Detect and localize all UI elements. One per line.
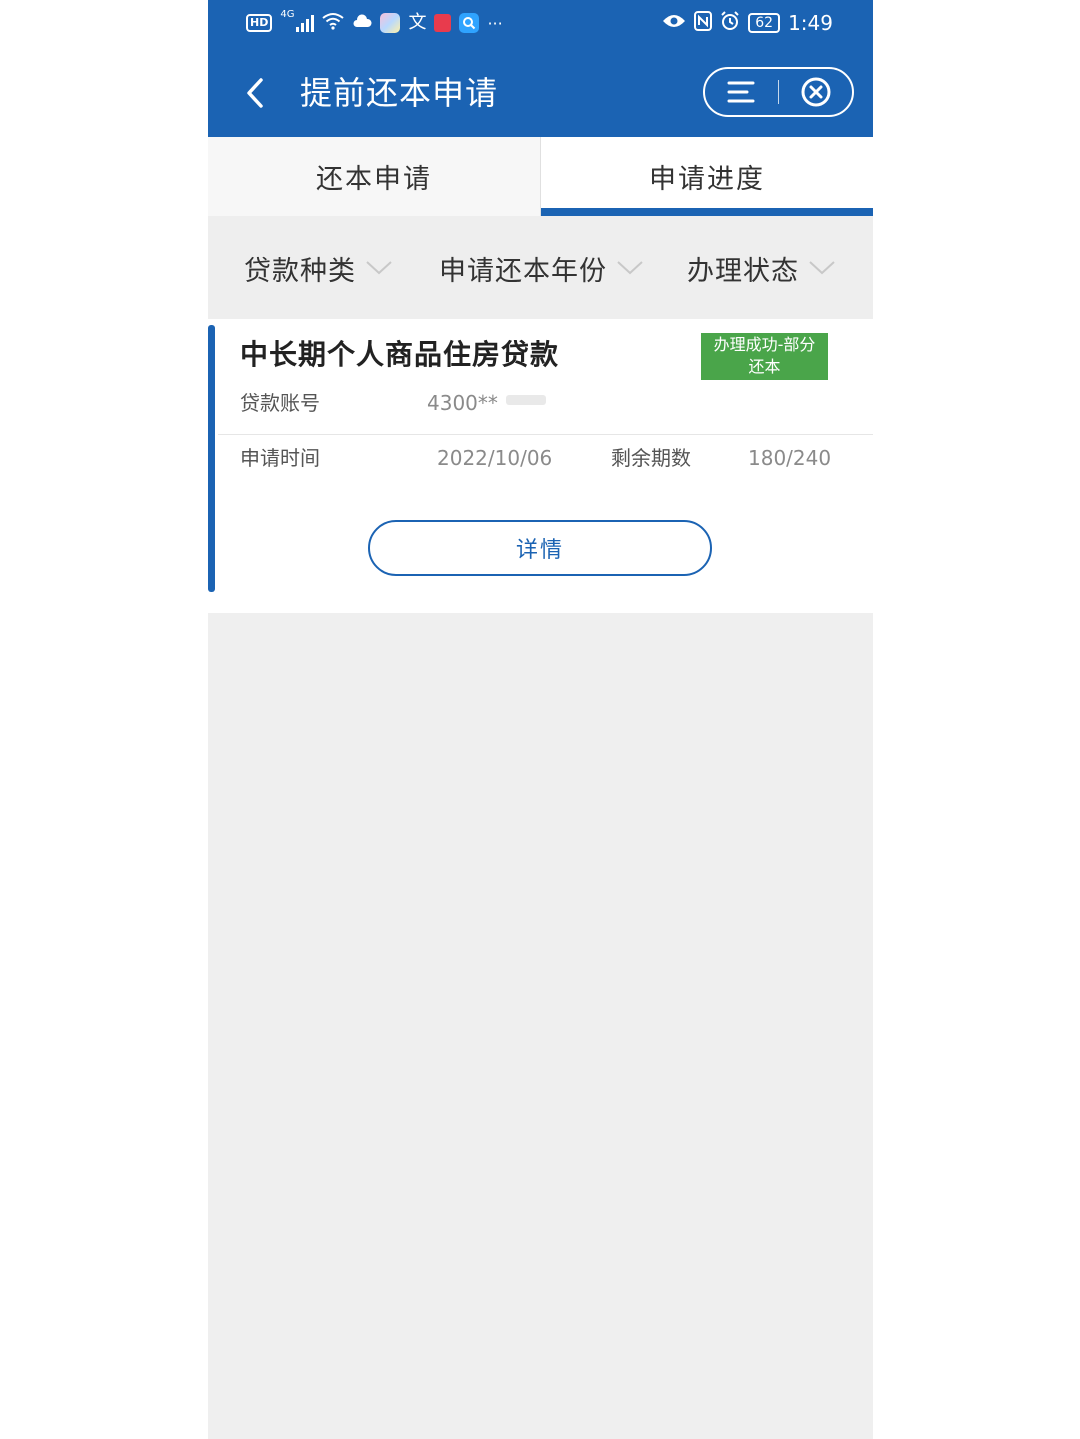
- loan-type-title: 中长期个人商品住房贷款: [240, 338, 560, 371]
- cloud-icon: [352, 13, 372, 33]
- status-badge-line: 办理成功-部分: [713, 335, 816, 354]
- app-screen: HD 4G 文 ··· 62 1:49 提前还本申请 还本申请 申请进度 贷款种…: [208, 0, 873, 1439]
- tab-application-progress[interactable]: 申请进度: [541, 137, 873, 216]
- remaining-periods-value: 180/240: [748, 446, 832, 470]
- redaction-blur: [506, 395, 546, 405]
- close-circle-icon: [801, 77, 831, 107]
- app-header: HD 4G 文 ··· 62 1:49 提前还本申请: [208, 0, 873, 137]
- mini-program-capsule: [703, 67, 854, 117]
- translate-icon: 文: [408, 12, 427, 33]
- wifi-icon: [322, 12, 345, 34]
- account-value: 4300**: [427, 391, 498, 415]
- eye-icon: [662, 13, 686, 33]
- filter-repayment-year[interactable]: 申请还本年份: [439, 246, 643, 290]
- filter-bar: 贷款种类 申请还本年份 办理状态: [208, 216, 873, 319]
- tab-bar: 还本申请 申请进度: [208, 137, 873, 216]
- menu-icon: [727, 81, 755, 103]
- card-divider: [218, 434, 873, 435]
- more-notifications: ···: [487, 13, 503, 33]
- close-button[interactable]: [779, 69, 852, 115]
- page-title: 提前还本申请: [300, 74, 499, 112]
- menu-button[interactable]: [705, 69, 778, 115]
- details-button[interactable]: 详情: [368, 520, 712, 576]
- back-button[interactable]: [238, 74, 272, 112]
- filter-status[interactable]: 办理状态: [687, 246, 835, 290]
- filter-label: 申请还本年份: [439, 255, 607, 287]
- filter-loan-type[interactable]: 贷款种类: [244, 246, 392, 290]
- account-label: 贷款账号: [240, 391, 320, 415]
- chevron-left-icon: [247, 78, 263, 108]
- card-accent-bar: [208, 325, 215, 592]
- battery-icon: 62: [748, 13, 781, 33]
- book-icon: [434, 14, 452, 32]
- app-icon: [380, 13, 401, 33]
- status-badge-line: 还本: [748, 357, 781, 376]
- status-bar: HD 4G 文 ··· 62 1:49: [208, 0, 873, 46]
- remaining-periods-label: 剩余期数: [611, 446, 691, 470]
- filter-label: 办理状态: [687, 255, 799, 287]
- chevron-down-icon: [617, 261, 643, 275]
- chevron-down-icon: [366, 261, 392, 275]
- apply-time-value: 2022/10/06: [437, 446, 553, 470]
- status-right: 62 1:49: [662, 9, 833, 37]
- clock: 1:49: [788, 11, 833, 35]
- status-left: HD 4G 文 ···: [246, 9, 503, 37]
- alarm-icon: [720, 11, 740, 35]
- signal-icon: [296, 14, 315, 32]
- filter-label: 贷款种类: [244, 255, 356, 287]
- application-card: 中长期个人商品住房贷款 办理成功-部分 还本 贷款账号 4300** 申请时间 …: [208, 319, 873, 613]
- network-type: 4G: [280, 9, 295, 20]
- search-app-icon: [459, 13, 480, 33]
- status-badge: 办理成功-部分 还本: [701, 333, 828, 380]
- apply-time-label: 申请时间: [240, 446, 320, 470]
- nfc-icon: [694, 11, 713, 35]
- tab-repayment-application[interactable]: 还本申请: [208, 137, 540, 216]
- hd-icon: HD: [246, 14, 273, 32]
- chevron-down-icon: [809, 261, 835, 275]
